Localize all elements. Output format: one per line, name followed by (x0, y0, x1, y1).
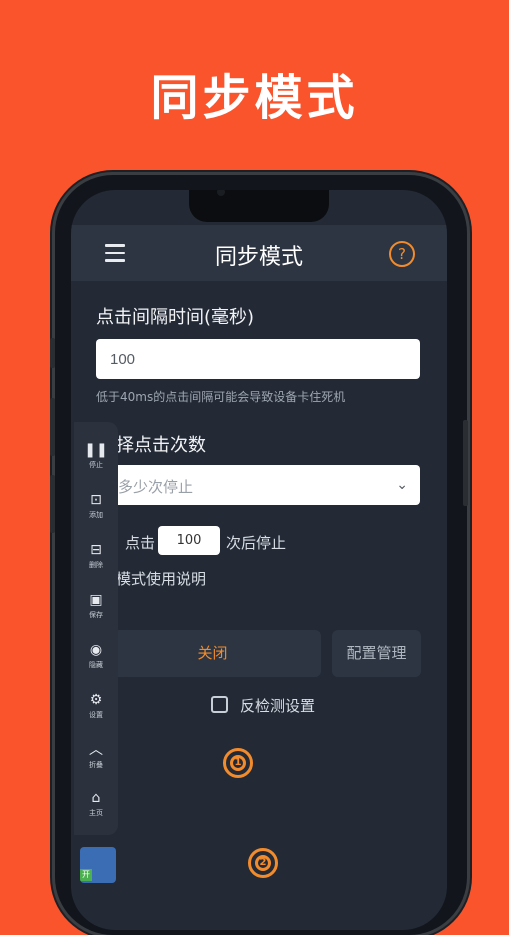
floating-toolbar: ❚❚ 停止 ⊡ 添加 ⊟ 删除 ▣ 保存 ◉ 隐藏 ⚙ 设置 ︿ 折叠 ⌂ 主页 (74, 422, 118, 835)
interval-label: 点击间隔时间(毫秒) (96, 307, 255, 328)
hide-icon: ◉ (89, 642, 103, 658)
toolbar-hide[interactable]: ◉ 隐藏 (74, 642, 118, 670)
toolbar-add[interactable]: ⊡ 添加 (74, 492, 118, 520)
collapse-icon: ︿ (89, 742, 103, 758)
anti-detect-label: 反检测设置 (240, 697, 316, 715)
close-button[interactable]: 关闭 (104, 630, 321, 677)
interval-input[interactable] (96, 339, 420, 379)
toolbar-home[interactable]: ⌂ 主页 (74, 790, 118, 818)
save-icon: ▣ (89, 592, 103, 608)
hero-title: 同步模式 (150, 70, 359, 126)
click-target-1[interactable]: 1 (223, 748, 253, 778)
phone-screen: 同步模式 ? 点击间隔时间(毫秒) 低于40ms的点击间隔可能会导致设备卡住死机… (71, 190, 447, 930)
count-prefix: 点击 (125, 534, 156, 552)
click-count-label: 择点击次数 (116, 435, 206, 456)
toolbar-settings[interactable]: ⚙ 设置 (74, 692, 118, 720)
config-manage-button[interactable]: 配置管理 (332, 630, 421, 677)
toolbar-stop[interactable]: ❚❚ 停止 (74, 442, 118, 470)
target-number: 1 (234, 757, 242, 768)
pause-icon: ❚❚ (84, 442, 108, 458)
count-input[interactable]: 100 (158, 526, 220, 555)
remove-target-icon: ⊟ (90, 542, 102, 558)
count-suffix: 次后停止 (226, 534, 287, 552)
app-thumbnail[interactable]: 开 (80, 847, 116, 883)
toolbar-collapse[interactable]: ︿ 折叠 (74, 742, 118, 770)
mode-help-link[interactable]: 模式使用说明 (116, 568, 206, 589)
app-badge: 开 (80, 869, 92, 881)
settings-icon: ⚙ (89, 692, 103, 708)
add-target-icon: ⊡ (90, 492, 102, 508)
phone-notch (189, 190, 329, 222)
home-icon: ⌂ (91, 790, 101, 806)
phone-power-button (463, 420, 468, 506)
camera-icon (217, 190, 225, 196)
click-target-2[interactable]: 2 (248, 848, 278, 878)
chevron-down-icon: ⌄ (396, 477, 408, 493)
target-number: 2 (259, 857, 267, 868)
select-value: 多少次停止 (118, 478, 194, 496)
help-icon[interactable]: ? (389, 241, 415, 267)
toolbar-remove[interactable]: ⊟ 删除 (74, 542, 118, 570)
interval-hint: 低于40ms的点击间隔可能会导致设备卡住死机 (96, 390, 346, 404)
phone-volume-up (50, 398, 55, 456)
anti-detect-checkbox[interactable] (211, 696, 228, 713)
click-count-select[interactable]: 多少次停止 ⌄ (96, 465, 420, 505)
phone-side-button (50, 338, 55, 368)
toolbar-save[interactable]: ▣ 保存 (74, 592, 118, 620)
app-bar: 同步模式 ? (71, 225, 447, 281)
phone-volume-down (50, 475, 55, 533)
